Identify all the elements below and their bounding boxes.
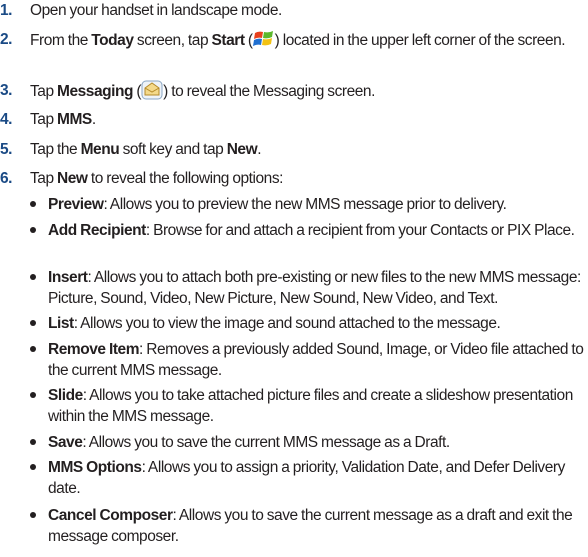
bullet-dot (30, 512, 36, 518)
step-text: Tap Messaging ( ) to reveal the Messagin… (30, 80, 584, 102)
list-item: Insert: Allows you to attach both pre-ex… (0, 267, 588, 309)
list-item: Remove Item: Removes a previously added … (0, 339, 588, 381)
step-6: 6. Tap New to reveal the following optio… (0, 168, 584, 189)
step-1: 1. Open your handset in landscape mode. (0, 0, 584, 21)
windows-start-icon (252, 29, 275, 49)
list-item: Cancel Composer: Allows you to save the … (0, 505, 588, 547)
bullet-dot (30, 346, 36, 352)
step-4: 4. Tap MMS. (0, 109, 584, 130)
bullet-dot (30, 320, 36, 326)
step-text: Tap MMS. (30, 111, 96, 128)
step-text: Tap the Menu soft key and tap New. (30, 141, 262, 158)
step-3: 3. Tap Messaging ( ) to reveal the Messa… (0, 80, 584, 102)
step-text: From the Today screen, tap Start ( ) loc… (30, 29, 584, 51)
list-item: Save: Allows you to save the current MMS… (0, 432, 588, 453)
bullet-dot (30, 201, 36, 207)
list-item: List: Allows you to view the image and s… (0, 313, 588, 334)
messaging-envelope-icon (141, 80, 163, 100)
instruction-page: 1. Open your handset in landscape mode. … (0, 0, 588, 557)
step-text: Open your handset in landscape mode. (30, 2, 282, 19)
step-number: 4. (0, 111, 13, 128)
step-number: 6. (0, 170, 13, 187)
list-item: MMS Options: Allows you to assign a prio… (0, 457, 588, 499)
bullet-dot (30, 439, 36, 445)
list-item: Preview: Allows you to preview the new M… (0, 194, 588, 215)
step-number: 5. (0, 141, 13, 158)
step-2: 2. From the Today screen, tap Start ( ) … (0, 29, 584, 51)
bullet-dot (30, 227, 36, 233)
step-number: 3. (0, 82, 13, 99)
step-number: 2. (0, 31, 13, 48)
step-text: Tap New to reveal the following options: (30, 170, 284, 187)
bullet-dot (30, 274, 36, 280)
step-5: 5. Tap the Menu soft key and tap New. (0, 139, 584, 160)
bullet-dot (30, 464, 36, 470)
list-item: Add Recipient: Browse for and attach a r… (0, 220, 588, 241)
step-number: 1. (0, 2, 13, 19)
bullet-dot (30, 392, 36, 398)
list-item: Slide: Allows you to take attached pictu… (0, 385, 588, 427)
